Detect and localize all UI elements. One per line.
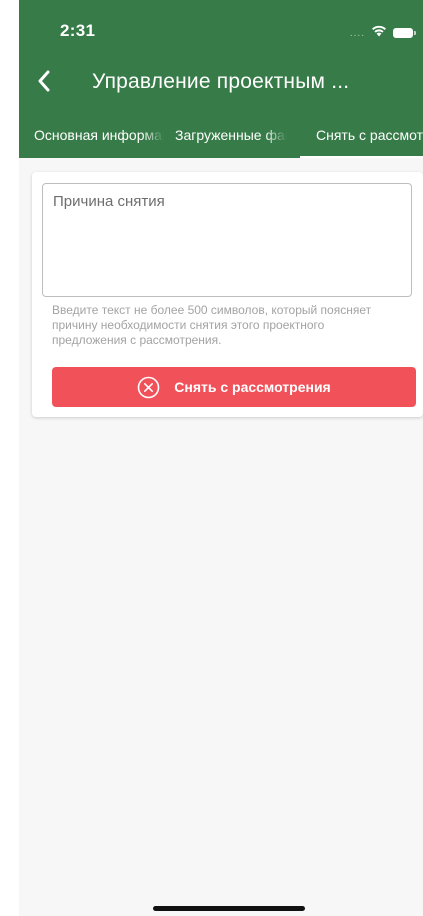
withdraw-button[interactable]: Снять с рассмотрения	[52, 367, 416, 407]
tab-label: Снять с рассмотрения	[316, 127, 423, 143]
back-button[interactable]	[29, 66, 59, 100]
tab-main-info[interactable]: Основная информация	[34, 120, 164, 158]
wifi-icon	[371, 24, 387, 42]
status-bar: 2:31 ....	[19, 0, 423, 60]
tab-bar: Основная информация Загруженные файлы Сн…	[19, 120, 423, 158]
status-icons: ....	[349, 24, 416, 42]
home-indicator	[153, 906, 305, 911]
withdraw-form-card: Введите текст не более 500 символов, кот…	[32, 172, 423, 417]
app-screen: 2:31 .... Управление проектным ... Основ…	[19, 0, 423, 916]
helper-text: Введите текст не более 500 символов, кот…	[52, 303, 372, 347]
chevron-left-icon	[37, 70, 51, 97]
close-circle-icon	[137, 376, 160, 399]
tab-uploaded-files[interactable]: Загруженные файлы	[175, 120, 287, 158]
page-title: Управление проектным ...	[92, 70, 350, 93]
app-header: 2:31 .... Управление проектным ... Основ…	[19, 0, 423, 158]
signal-icon: ....	[349, 27, 365, 39]
active-tab-indicator	[300, 156, 423, 158]
navbar: Управление проектным ...	[19, 62, 423, 106]
battery-icon	[393, 28, 416, 38]
withdraw-button-label: Снять с рассмотрения	[174, 379, 331, 395]
tab-withdraw[interactable]: Снять с рассмотрения	[300, 120, 423, 158]
reason-input[interactable]	[42, 183, 412, 297]
status-time: 2:31	[60, 21, 96, 40]
